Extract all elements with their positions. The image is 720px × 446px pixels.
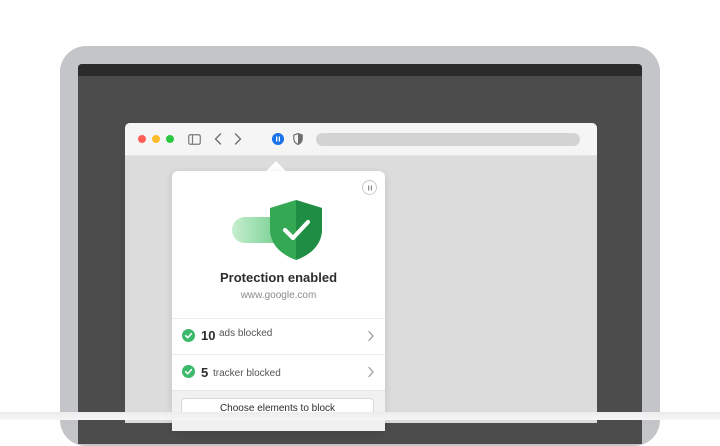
address-bar[interactable]	[316, 133, 580, 146]
trackers-blocked-label: tracker blocked	[213, 368, 281, 379]
popover-footer: Choose elements to block	[172, 390, 385, 431]
pause-protection-button[interactable]	[362, 180, 377, 195]
pause-icon	[367, 185, 372, 190]
ads-blocked-count: 10	[201, 328, 216, 343]
chevron-right-icon	[368, 366, 374, 378]
browser-toolbar	[125, 123, 597, 156]
maximize-window-button[interactable]	[166, 135, 174, 143]
chevron-right-icon	[368, 330, 374, 342]
pause-icon[interactable]	[271, 131, 284, 147]
check-circle-icon	[182, 365, 195, 378]
sidebar-icon[interactable]	[187, 131, 201, 147]
minimize-window-button[interactable]	[152, 135, 160, 143]
protection-popover: Protection enabled www.google.com 10 ads…	[172, 171, 385, 431]
current-site: www.google.com	[240, 290, 317, 301]
forward-icon[interactable]	[232, 131, 244, 147]
trackers-blocked-count: 5	[201, 365, 209, 380]
back-icon[interactable]	[212, 131, 224, 147]
desk-surface	[0, 412, 720, 420]
close-window-button[interactable]	[138, 135, 146, 143]
trackers-blocked-row[interactable]: 5 tracker blocked	[172, 354, 385, 389]
shield-icon[interactable]	[292, 131, 304, 147]
ads-blocked-label: ads blocked	[219, 328, 273, 339]
protection-status-title: Protection enabled	[219, 270, 338, 285]
ads-blocked-row[interactable]: 10 ads blocked	[172, 318, 385, 353]
laptop-bezel-top	[78, 64, 642, 76]
shield-check-icon	[270, 200, 322, 260]
check-circle-icon	[182, 329, 195, 342]
